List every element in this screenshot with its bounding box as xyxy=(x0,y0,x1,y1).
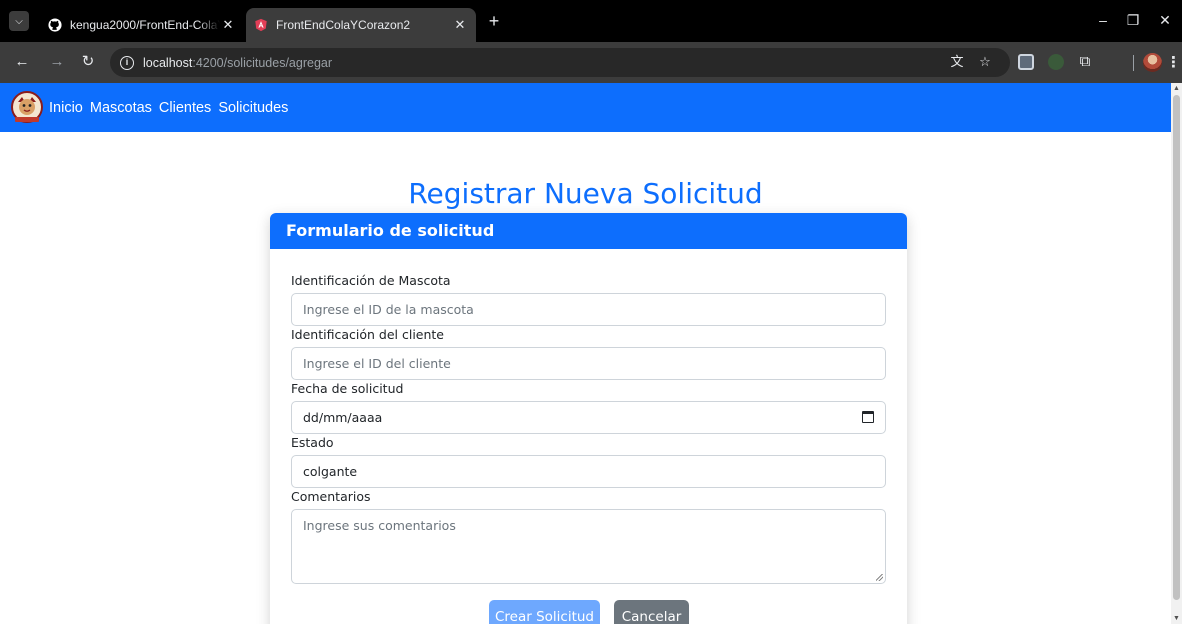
browser-menu-icon[interactable]: ⋮ xyxy=(1166,53,1181,71)
toolbar-divider xyxy=(1133,55,1134,71)
minimize-icon[interactable]: – xyxy=(1093,12,1113,28)
close-tab-icon[interactable]: ✕ xyxy=(452,17,468,33)
card-header: Formulario de solicitud xyxy=(270,213,907,249)
github-icon xyxy=(48,18,62,32)
app-navbar: Inicio Mascotas Clientes Solicitudes xyxy=(0,83,1171,132)
client-id-label: Identificación del cliente xyxy=(291,327,444,342)
nav-link-inicio[interactable]: Inicio xyxy=(49,100,83,116)
extension-download-icon[interactable] xyxy=(1048,54,1064,70)
pet-id-input[interactable]: Ingrese el ID de la mascota xyxy=(291,293,886,326)
date-label: Fecha de solicitud xyxy=(291,381,404,396)
tab-title: FrontEndColaYCorazon2 xyxy=(276,18,411,32)
status-input[interactable]: colgante xyxy=(291,455,886,488)
date-input[interactable]: dd/mm/aaaa xyxy=(291,401,886,434)
client-id-group: Identificación del cliente Ingrese el ID… xyxy=(291,325,887,380)
comments-placeholder: Ingrese sus comentarios xyxy=(303,518,456,533)
create-request-button[interactable]: Crear Solicitud xyxy=(489,600,600,624)
site-info-icon[interactable]: i xyxy=(120,55,134,70)
date-group: Fecha de solicitud dd/mm/aaaa xyxy=(291,379,887,434)
reload-icon[interactable]: ↻ xyxy=(79,53,97,71)
page-title: Registrar Nueva Solicitud xyxy=(408,177,763,210)
calendar-icon[interactable] xyxy=(862,411,874,423)
card-body: Identificación de Mascota Ingrese el ID … xyxy=(270,249,907,584)
browser-tab-github[interactable]: kengua2000/FrontEnd-ColaYCo ✕ xyxy=(40,8,244,42)
page-viewport: Inicio Mascotas Clientes Solicitudes Reg… xyxy=(0,83,1182,624)
close-window-icon[interactable]: ✕ xyxy=(1155,12,1175,29)
back-icon[interactable]: ← xyxy=(13,53,31,71)
translate-icon[interactable]: 文 xyxy=(949,54,965,70)
pet-id-label: Identificación de Mascota xyxy=(291,273,451,288)
status-group: Estado colgante xyxy=(291,433,887,488)
browser-tab-bar: ⌵ kengua2000/FrontEnd-ColaYCo ✕ FrontEnd… xyxy=(0,0,1182,42)
nav-link-solicitudes[interactable]: Solicitudes xyxy=(218,100,288,116)
browser-toolbar: ← → ↻ i localhost:4200/solicitudes/agreg… xyxy=(0,42,1182,83)
date-input-value: dd/mm/aaaa xyxy=(303,410,383,425)
nav-link-mascotas[interactable]: Mascotas xyxy=(90,100,152,116)
tab-title: kengua2000/FrontEnd-ColaYCo xyxy=(70,18,220,32)
resize-handle-icon[interactable] xyxy=(876,574,883,581)
forward-icon[interactable]: → xyxy=(48,53,66,71)
comments-label: Comentarios xyxy=(291,489,371,504)
pet-id-group: Identificación de Mascota Ingrese el ID … xyxy=(291,271,887,326)
browser-tab-app[interactable]: FrontEndColaYCorazon2 ✕ xyxy=(246,8,476,42)
address-bar[interactable]: i localhost:4200/solicitudes/agregar xyxy=(110,48,1010,77)
tab-search-chevron-icon[interactable]: ⌵ xyxy=(9,11,29,31)
bookmark-star-icon[interactable]: ☆ xyxy=(977,54,993,70)
new-tab-icon[interactable]: + xyxy=(484,11,504,31)
client-id-input[interactable]: Ingrese el ID del cliente xyxy=(291,347,886,380)
nav-link-clientes[interactable]: Clientes xyxy=(159,100,211,116)
cancel-button[interactable]: Cancelar xyxy=(614,600,689,624)
app-logo[interactable] xyxy=(9,90,45,126)
scrollbar-thumb[interactable] xyxy=(1173,95,1180,600)
status-label: Estado xyxy=(291,435,334,450)
comments-group: Comentarios Ingrese sus comentarios xyxy=(291,487,887,584)
comments-textarea[interactable]: Ingrese sus comentarios xyxy=(291,509,886,584)
scroll-down-icon[interactable]: ▼ xyxy=(1173,615,1180,622)
extensions-puzzle-icon[interactable]: ⧉ xyxy=(1077,54,1093,70)
url-host: localhost xyxy=(143,55,193,70)
url-path: :4200/solicitudes/agregar xyxy=(192,55,333,70)
profile-avatar[interactable] xyxy=(1143,53,1162,72)
request-form-card: Formulario de solicitud Identificación d… xyxy=(270,213,907,624)
restore-icon[interactable]: ❐ xyxy=(1123,12,1143,29)
page-scrollbar[interactable]: ▲ ▼ xyxy=(1171,83,1182,624)
close-tab-icon[interactable]: ✕ xyxy=(220,17,236,33)
scroll-up-icon[interactable]: ▲ xyxy=(1173,85,1180,92)
angular-icon xyxy=(254,18,268,32)
extension-icon[interactable] xyxy=(1018,54,1034,70)
